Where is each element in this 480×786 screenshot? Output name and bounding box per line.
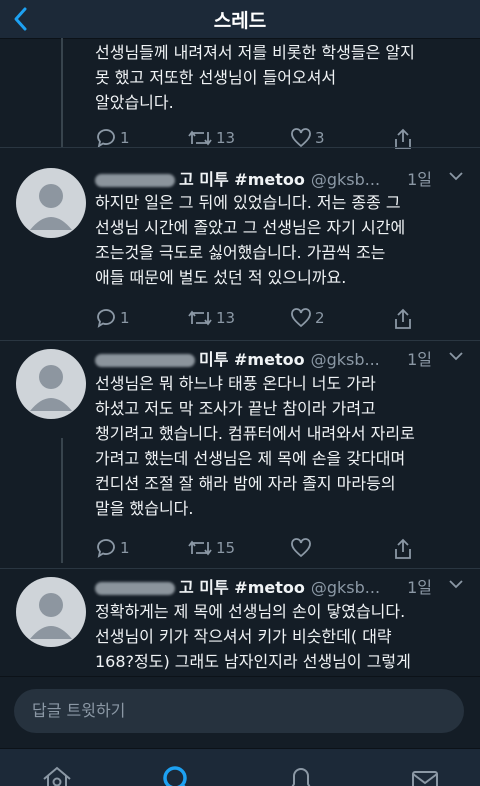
divider — [0, 340, 480, 341]
avatar[interactable] — [16, 577, 86, 647]
retweet-icon — [188, 540, 212, 556]
timestamp: 1일 — [407, 170, 432, 189]
reply-count: 1 — [120, 129, 130, 147]
tweet-line: 선생님들께 내려져서 저를 비롯한 학생들은 알지 — [95, 43, 415, 62]
reply-count: 1 — [120, 539, 130, 557]
redacted-name — [95, 582, 175, 595]
user-handle: @gksb... — [310, 170, 381, 189]
like-icon — [291, 538, 311, 558]
tweet-text: 하지만 일은 그 뒤에 있었습니다. 저는 종종 그 선생님 시간에 졸았고 그… — [95, 190, 465, 290]
tweet-line: 선생님은 뭐 하느냐 태풍 온다니 너도 가라 — [95, 374, 376, 393]
tweet-text: 선생님들께 내려져서 저를 비롯한 학생들은 알지 못 했고 저또한 선생님이 … — [95, 40, 465, 115]
redacted-name — [95, 354, 195, 367]
tweet-line: 선생님이 키가 작으셔서 키가 비슷한데( 대략 — [95, 627, 392, 646]
tweet-text: 정확하게는 제 목에 선생님의 손이 닿였습니다. 선생님이 키가 작으셔서 키… — [95, 599, 465, 674]
like-button[interactable]: 2 — [290, 308, 325, 328]
caret-down-icon[interactable] — [448, 576, 464, 592]
top-bar: 스레드 — [0, 0, 480, 39]
reply-bar: 답글 트윗하기 — [0, 676, 480, 749]
tweet-line: 하셨고 저도 막 조사가 끝난 참이라 가려고 — [95, 399, 376, 418]
like-icon — [291, 128, 311, 148]
tweet-actions: 1 15 — [95, 538, 435, 560]
tweet-line: 168?정도) 그래도 남자인지라 선생님이 그렇게 — [95, 652, 411, 671]
tweet-line: 말을 했습니다. — [95, 499, 194, 518]
share-icon — [395, 538, 411, 559]
display-name[interactable]: 미투 #metoo — [199, 350, 305, 369]
tweet-line: 하지만 일은 그 뒤에 있었습니다. 저는 종종 그 — [95, 193, 401, 212]
tweet-line: 조는것을 극도로 싫어했습니다. 가끔씩 조는 — [95, 243, 386, 262]
retweet-icon — [188, 130, 212, 146]
thread-line — [61, 438, 63, 563]
tweet-text: 선생님은 뭐 하느냐 태풍 온다니 너도 가라 하셨고 저도 막 조사가 끝난 … — [95, 371, 465, 521]
redacted-name — [95, 174, 175, 187]
retweet-count: 15 — [216, 539, 236, 557]
tweet-header: 미투 #metoo @gksb... 1일 — [95, 346, 472, 369]
display-name[interactable]: 고 미투 #metoo — [179, 170, 305, 189]
reply-input[interactable]: 답글 트윗하기 — [14, 689, 464, 733]
share-button[interactable] — [393, 538, 416, 560]
messages-icon[interactable] — [408, 763, 442, 786]
display-name[interactable]: 고 미투 #metoo — [179, 578, 305, 597]
tweet-header: 고 미투 #metoo @gksb... 1일 — [95, 166, 472, 189]
caret-down-icon[interactable] — [448, 168, 464, 184]
user-handle: @gksb... — [310, 578, 381, 597]
timestamp: 1일 — [407, 350, 432, 369]
thread-line — [61, 38, 63, 148]
retweet-button[interactable]: 13 — [187, 308, 235, 328]
reply-icon — [97, 309, 115, 328]
tweet-line: 정확하게는 제 목에 선생님의 손이 닿였습니다. — [95, 602, 406, 621]
reply-icon — [97, 129, 115, 148]
reply-button[interactable]: 1 — [95, 308, 130, 328]
notifications-icon[interactable] — [284, 763, 318, 786]
retweet-button[interactable]: 15 — [187, 538, 235, 558]
retweet-count: 13 — [216, 129, 236, 147]
share-button[interactable] — [393, 308, 416, 330]
reply-count: 1 — [120, 309, 130, 327]
avatar[interactable] — [16, 349, 86, 419]
bottom-tab-bar — [0, 748, 480, 786]
retweet-icon — [188, 310, 212, 326]
divider — [0, 147, 480, 148]
retweet-button[interactable]: 13 — [187, 128, 235, 148]
search-icon[interactable] — [160, 763, 194, 786]
share-icon — [395, 308, 411, 329]
reply-icon — [97, 539, 115, 558]
tweet-line: 선생님 시간에 졸았고 그 선생님은 자기 시간에 — [95, 218, 406, 237]
tweet-line: 알았습니다. — [95, 93, 174, 112]
tweet-line: 컨디션 조절 잘 해라 밤에 자라 졸지 마라등의 — [95, 474, 396, 493]
page-title: 스레드 — [213, 10, 267, 32]
like-count: 2 — [315, 309, 325, 327]
like-button[interactable] — [290, 538, 315, 558]
tweet-line: 챙기려고 했습니다. 컴퓨터에서 내려와서 자리로 — [95, 424, 415, 443]
tweet-line: 못 했고 저또한 선생님이 들어오셔서 — [95, 68, 337, 87]
tweet-line: 가려고 했는데 선생님은 제 목에 손을 갖다대며 — [95, 449, 406, 468]
retweet-count: 13 — [216, 309, 236, 327]
tweet-line: 애들 때문에 벌도 섰던 적 있으니까요. — [95, 268, 347, 287]
like-count: 3 — [315, 129, 325, 147]
timestamp: 1일 — [407, 578, 432, 597]
home-icon[interactable] — [40, 763, 74, 786]
like-icon — [291, 308, 311, 328]
caret-down-icon[interactable] — [448, 348, 464, 364]
tweet-actions: 1 13 2 — [95, 308, 435, 330]
like-button[interactable]: 3 — [290, 128, 325, 148]
tweet-header: 고 미투 #metoo @gksb... 1일 — [95, 574, 472, 597]
divider — [0, 568, 480, 569]
reply-button[interactable]: 1 — [95, 538, 130, 558]
avatar[interactable] — [16, 168, 86, 238]
reply-button[interactable]: 1 — [95, 128, 130, 148]
user-handle: @gksb... — [310, 350, 380, 369]
